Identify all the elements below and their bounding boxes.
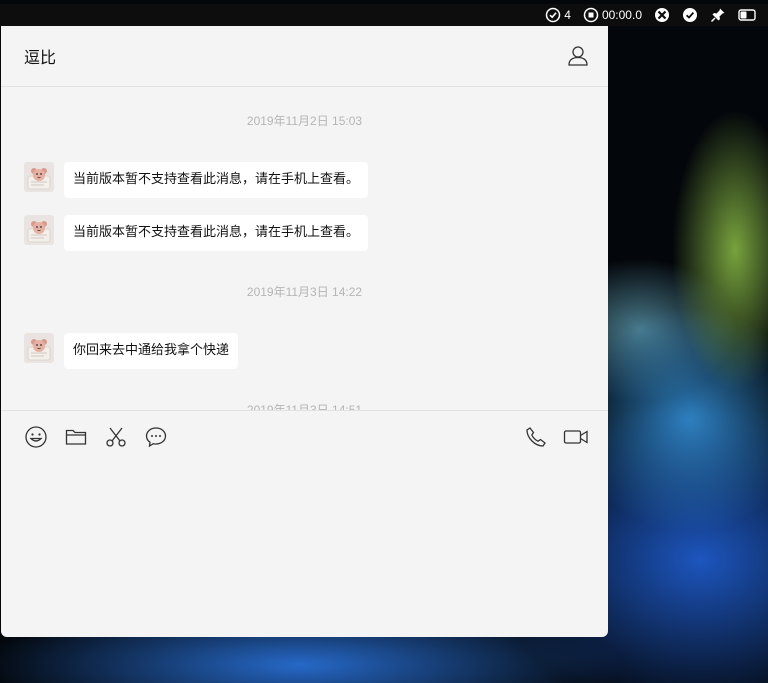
- bear-avatar-icon: [27, 339, 51, 361]
- chat-title: 逗比: [24, 48, 57, 67]
- tasks-status[interactable]: 4: [545, 4, 571, 26]
- avatar[interactable]: [24, 162, 54, 192]
- phone-icon[interactable]: [524, 425, 548, 449]
- message-bubble[interactable]: 当前版本暂不支持查看此消息，请在手机上查看。: [64, 215, 369, 251]
- avatar[interactable]: [24, 333, 54, 363]
- timestamp: 2019年11月2日 15:03: [246, 114, 363, 128]
- shield-check-icon: [683, 8, 697, 22]
- record-stop-icon: [583, 7, 599, 23]
- app-status[interactable]: [654, 4, 670, 26]
- timestamp: 2019年11月3日 14:22: [246, 285, 363, 299]
- profile-icon[interactable]: [566, 44, 590, 68]
- chat-bubble-icon[interactable]: [144, 425, 168, 449]
- message-list[interactable]: 2019年11月2日 15:03 当前版本暂不支持查看此消息，请在手机上查看。: [1, 87, 608, 410]
- bear-avatar-icon: [27, 221, 51, 243]
- security-status[interactable]: [682, 4, 698, 26]
- chat-window: 逗比 2019年11月2日 15:03 当前版本暂不支持查看此消息，请在手机上查…: [1, 26, 608, 637]
- app-circle-icon: [655, 8, 669, 22]
- menu-bar: 4 00:00.0: [0, 4, 768, 26]
- toggle-icon: [738, 9, 756, 21]
- timestamp: 2019年11月3日 14:51: [246, 403, 363, 410]
- check-circle-icon: [546, 7, 561, 23]
- composer-toolbar: [1, 410, 608, 451]
- chat-header: 逗比: [1, 26, 608, 87]
- pin-button[interactable]: [710, 4, 726, 26]
- emoji-icon[interactable]: [24, 425, 48, 449]
- video-icon[interactable]: [563, 425, 589, 449]
- message-row: 你回来去中通给我拿个快递: [24, 333, 239, 369]
- pin-icon: [710, 8, 725, 23]
- tasks-count: 4: [564, 8, 571, 22]
- message-bubble[interactable]: 当前版本暂不支持查看此消息，请在手机上查看。: [64, 162, 369, 198]
- message-bubble[interactable]: 你回来去中通给我拿个快递: [64, 333, 239, 369]
- avatar[interactable]: [24, 215, 54, 245]
- scissors-icon[interactable]: [104, 425, 128, 449]
- message-row: 当前版本暂不支持查看此消息，请在手机上查看。: [24, 215, 369, 251]
- folder-icon[interactable]: [64, 425, 88, 449]
- recording-timer: 00:00.0: [601, 8, 642, 22]
- bear-avatar-icon: [27, 168, 51, 190]
- recording-status[interactable]: 00:00.0: [583, 4, 642, 26]
- toggle-status[interactable]: [738, 4, 756, 26]
- message-row: 当前版本暂不支持查看此消息，请在手机上查看。: [24, 162, 369, 198]
- message-input[interactable]: [1, 450, 608, 637]
